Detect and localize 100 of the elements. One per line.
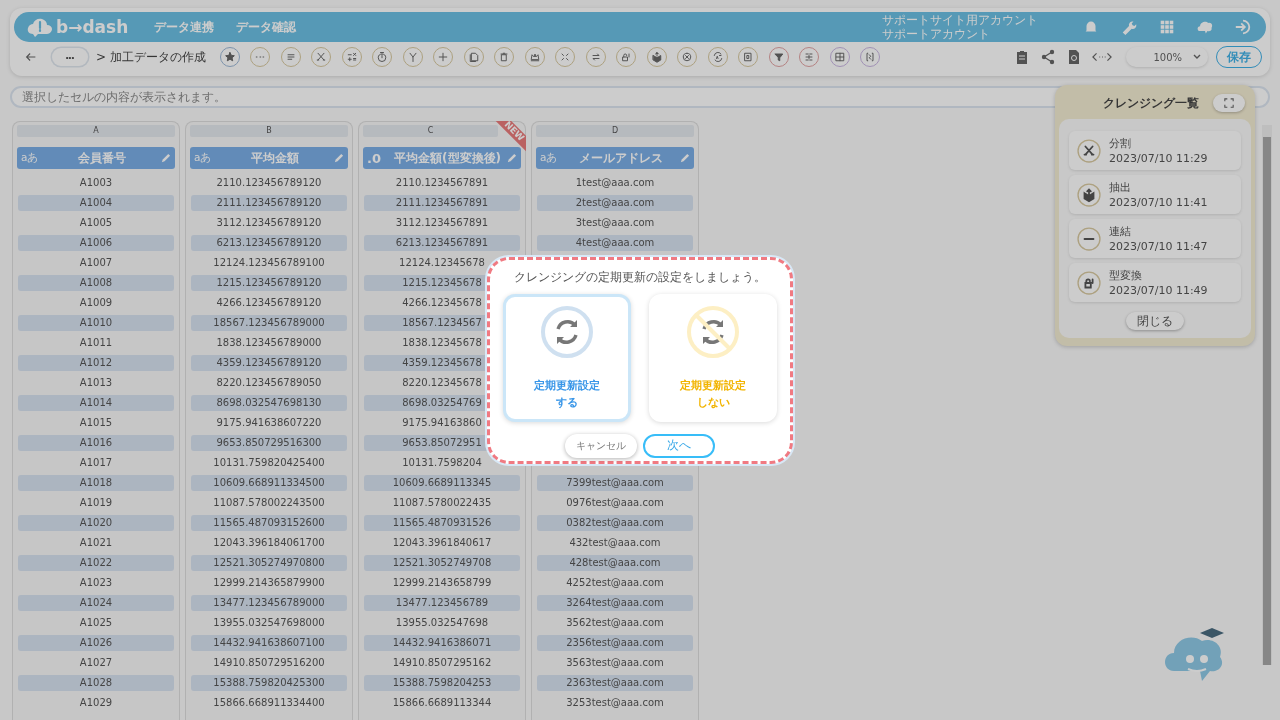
column-title: 平均金額 xyxy=(249,149,300,167)
cleansing-item[interactable]: 抽出 2023/07/10 11:41 xyxy=(1069,175,1241,214)
column-letter[interactable]: A xyxy=(17,125,175,137)
table-cell: 2test@aaa.com xyxy=(575,197,655,208)
item-name: 抽出 xyxy=(1109,179,1132,195)
cleansing-item[interactable]: 型変換 2023/07/10 11:49 xyxy=(1069,263,1241,302)
pencil-icon[interactable] xyxy=(160,152,171,164)
tool-button[interactable] xyxy=(311,47,332,67)
zero-box-icon xyxy=(742,51,755,63)
expand-button[interactable] xyxy=(1213,94,1245,112)
table-cell: 14432.941638607100 xyxy=(213,637,325,648)
more-button[interactable]: ••• xyxy=(52,48,88,66)
table-cell: A1009 xyxy=(79,297,113,308)
table-cell: 4266.123456789120 xyxy=(216,297,322,308)
tool-button[interactable] xyxy=(494,47,515,67)
item-name: 型変換 xyxy=(1109,267,1143,283)
table-cell: 0976test@aaa.com xyxy=(566,497,664,508)
column-letter[interactable]: C xyxy=(363,125,498,137)
back-arrow-icon[interactable] xyxy=(24,50,38,64)
column-letter[interactable]: B xyxy=(190,125,348,137)
table-cell: A1011 xyxy=(79,337,113,348)
table-cell: 428test@aaa.com xyxy=(569,557,661,568)
dialog-message: クレンジングの定期更新の設定をしましょう。 xyxy=(514,269,766,285)
table-cell: A1015 xyxy=(79,417,113,428)
table-cell: A1024 xyxy=(79,597,113,608)
table-cell: 2110.123456789120 xyxy=(216,177,322,188)
expand-icon xyxy=(1224,98,1234,108)
filter-icon xyxy=(772,51,785,63)
pencil-icon[interactable] xyxy=(679,152,690,164)
tool-button[interactable] xyxy=(768,47,789,67)
cleansing-item[interactable]: 分割 2023/07/10 11:29 xyxy=(1069,131,1241,170)
scrollbar[interactable] xyxy=(1262,125,1272,665)
table-cell: 2110.1234567891 xyxy=(395,177,489,188)
table-cell: 14910.8507295162 xyxy=(392,657,492,668)
lines-icon xyxy=(284,51,297,63)
table-cell: A1014 xyxy=(79,397,113,408)
table-cell: 4359.123456789120 xyxy=(216,357,322,368)
tool-button[interactable] xyxy=(707,47,728,67)
tool-button[interactable] xyxy=(402,47,423,67)
table-cell: 4252test@aaa.com xyxy=(566,577,664,588)
pencil-icon[interactable] xyxy=(333,152,344,164)
table-cell: A1020 xyxy=(79,517,113,528)
cleansing-item[interactable]: 連結 2023/07/10 11:47 xyxy=(1069,219,1241,258)
column-title: 平均金額(型変換後) xyxy=(393,149,502,167)
table-cell: 1215.12345678 xyxy=(402,277,482,288)
cancel-button[interactable]: キャンセル xyxy=(565,433,637,458)
table-cell: 3253test@aaa.com xyxy=(566,697,664,708)
file-refresh-icon[interactable] xyxy=(1066,49,1082,65)
share-icon[interactable] xyxy=(1040,49,1056,65)
table-cell: 2363test@aaa.com xyxy=(566,677,664,688)
tool-button[interactable] xyxy=(463,47,484,67)
table-cell: 10131.759820425400 xyxy=(213,457,325,468)
table-cell: A1003 xyxy=(79,177,113,188)
table-cell: A1010 xyxy=(79,317,113,328)
table-cell: 3test@aaa.com xyxy=(575,217,655,228)
table-cell: 3112.1234567891 xyxy=(395,217,489,228)
tool-button[interactable] xyxy=(738,47,759,67)
branch-icon xyxy=(406,51,419,63)
table-cell: A1021 xyxy=(79,537,113,548)
table-cell: A1025 xyxy=(79,617,113,628)
item-time: 2023/07/10 11:47 xyxy=(1109,238,1208,254)
tool-button[interactable] xyxy=(341,47,362,67)
column-letter[interactable]: D xyxy=(536,125,694,137)
tool-button[interactable] xyxy=(524,47,545,67)
table-cell: 13477.123456789000 xyxy=(213,597,325,608)
tool-button[interactable] xyxy=(677,47,698,67)
tool-button[interactable] xyxy=(829,47,850,67)
table-cell: 0382test@aaa.com xyxy=(566,517,664,528)
tool-button[interactable] xyxy=(280,47,301,67)
next-button[interactable]: 次へ xyxy=(643,433,715,458)
translate-icon xyxy=(711,51,724,63)
logout-icon[interactable] xyxy=(1234,18,1252,36)
table-cell: 3264test@aaa.com xyxy=(566,597,664,608)
tool-button[interactable] xyxy=(372,47,393,67)
table-cell: 15866.6689113344 xyxy=(392,697,492,708)
account-name: サポートサイト用アカウント xyxy=(882,13,1038,27)
table-cell: 10131.7598204 xyxy=(402,457,482,468)
settings-icon[interactable] xyxy=(1120,18,1138,36)
table-cell: 14910.850729516200 xyxy=(213,657,325,668)
table-cell: 4266.12345678 xyxy=(402,297,482,308)
sync-icon xyxy=(540,304,594,359)
table-cell: 4test@aaa.com xyxy=(575,237,655,248)
table-cell: 432test@aaa.com xyxy=(569,537,661,548)
tool-button[interactable] xyxy=(585,47,606,67)
tool-button[interactable] xyxy=(616,47,637,67)
pencil-icon[interactable] xyxy=(506,152,517,164)
item-time: 2023/07/10 11:41 xyxy=(1109,194,1208,210)
table-cell: 9653.85072951 xyxy=(402,437,482,448)
clipboard-icon[interactable] xyxy=(1014,49,1030,65)
option-card[interactable]: 定期更新設定 する xyxy=(503,293,631,422)
table-cell: A1005 xyxy=(79,217,113,228)
tool-button[interactable] xyxy=(646,47,667,67)
tool-button[interactable] xyxy=(219,47,240,67)
close-button[interactable]: 閉じる xyxy=(1126,312,1184,330)
zoom-select[interactable]: 100% xyxy=(1126,47,1208,67)
column-title: メールアドレス xyxy=(577,149,664,167)
table-cell: 14432.9416386071 xyxy=(392,637,492,648)
apps-grid-icon[interactable] xyxy=(1158,18,1176,36)
table-cell: A1026 xyxy=(79,637,113,648)
table-cell: A1008 xyxy=(79,277,113,288)
